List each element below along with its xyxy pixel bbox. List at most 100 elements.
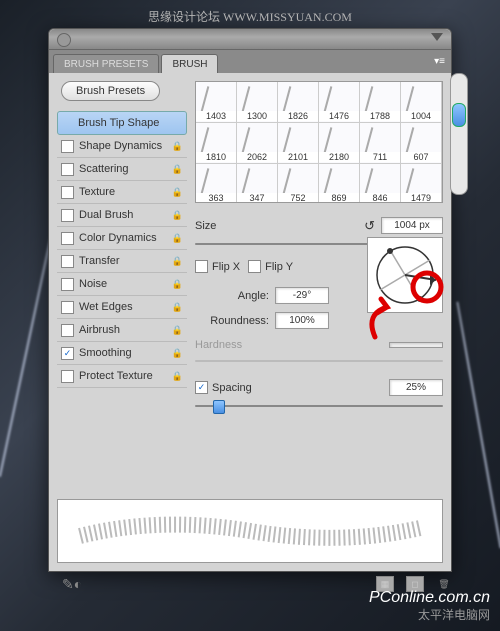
lock-icon[interactable]: 🔒: [172, 141, 183, 152]
flip-x-label: Flip X: [212, 261, 240, 273]
option-checkbox[interactable]: [61, 324, 74, 337]
brush-size-label: 711: [360, 152, 400, 162]
flip-x-checkbox[interactable]: [195, 260, 208, 273]
lock-icon[interactable]: 🔒: [172, 187, 183, 198]
option-label: Color Dynamics: [79, 232, 157, 244]
option-smoothing[interactable]: ✓ Smoothing 🔒: [57, 342, 187, 365]
option-checkbox[interactable]: [61, 140, 74, 153]
option-checkbox[interactable]: [61, 255, 74, 268]
lock-icon[interactable]: 🔒: [172, 210, 183, 221]
grid-scroll-thumb[interactable]: [452, 103, 466, 127]
brush-presets-button[interactable]: Brush Presets: [61, 81, 160, 101]
lock-icon[interactable]: 🔒: [172, 371, 183, 382]
brush-thumb[interactable]: 2101: [278, 123, 319, 164]
grid-scrollbar[interactable]: [450, 73, 468, 195]
option-label: Transfer: [79, 255, 120, 267]
brush-thumb[interactable]: 752: [278, 164, 319, 203]
option-checkbox[interactable]: [61, 163, 74, 176]
option-wet-edges[interactable]: Wet Edges 🔒: [57, 296, 187, 319]
brush-thumb[interactable]: 1004: [401, 82, 442, 123]
angle-label: Angle:: [195, 290, 269, 302]
brush-size-label: 1810: [196, 152, 236, 162]
option-label: Noise: [79, 278, 107, 290]
reset-size-icon[interactable]: ↺: [364, 218, 375, 234]
brush-panel: BRUSH PRESETS BRUSH ▾≡ Brush Presets Bru…: [48, 28, 452, 572]
option-label: Protect Texture: [79, 370, 153, 382]
brush-size-label: 2062: [237, 152, 277, 162]
brush-thumb[interactable]: 363: [196, 164, 237, 203]
lock-icon[interactable]: 🔒: [172, 325, 183, 336]
brush-thumb[interactable]: 1476: [319, 82, 360, 123]
brush-thumb[interactable]: 1479: [401, 164, 442, 203]
brush-size-label: 1788: [360, 111, 400, 121]
roundness-input[interactable]: 100%: [275, 312, 329, 329]
option-checkbox[interactable]: [62, 118, 73, 129]
option-label: Wet Edges: [79, 301, 133, 313]
option-dual-brush[interactable]: Dual Brush 🔒: [57, 204, 187, 227]
spacing-label: Spacing: [212, 382, 252, 394]
brush-thumb[interactable]: 1300: [237, 82, 278, 123]
flip-y-label: Flip Y: [265, 261, 293, 273]
hardness-slider: [195, 353, 443, 369]
brush-thumb[interactable]: 2062: [237, 123, 278, 164]
angle-dial[interactable]: [367, 237, 443, 313]
lock-icon[interactable]: 🔒: [172, 279, 183, 290]
size-input[interactable]: 1004 px: [381, 217, 443, 234]
brush-thumb[interactable]: 1788: [360, 82, 401, 123]
lock-icon[interactable]: 🔒: [172, 256, 183, 267]
option-label: Smoothing: [79, 347, 132, 359]
brush-thumb[interactable]: 711: [360, 123, 401, 164]
tab-brush-presets[interactable]: BRUSH PRESETS: [53, 54, 159, 73]
option-scattering[interactable]: Scattering🔒: [57, 158, 187, 181]
brush-thumb[interactable]: 1403: [196, 82, 237, 123]
option-brush-tip-shape[interactable]: Brush Tip Shape: [57, 111, 187, 135]
brush-size-label: 1004: [401, 111, 441, 121]
option-label: Brush Tip Shape: [78, 117, 159, 129]
tab-brush[interactable]: BRUSH: [161, 54, 218, 73]
brush-size-label: 752: [278, 193, 318, 203]
option-protect-texture[interactable]: Protect Texture 🔒: [57, 365, 187, 388]
brush-thumb[interactable]: 869: [319, 164, 360, 203]
footer-sub: 太平洋电脑网: [418, 606, 490, 623]
lock-icon[interactable]: 🔒: [172, 302, 183, 313]
brush-thumbnail-grid[interactable]: 140313001826147617881004 1810206221012180…: [195, 81, 443, 203]
angle-input[interactable]: -29°: [275, 287, 329, 304]
panel-menu-icon[interactable]: ▾≡: [434, 56, 445, 67]
option-shape-dynamics[interactable]: Shape Dynamics🔒: [57, 135, 187, 158]
options-sidebar: Brush Presets Brush Tip Shape Shape Dynam…: [49, 73, 193, 553]
option-checkbox[interactable]: ✓: [61, 347, 74, 360]
lock-icon[interactable]: 🔒: [172, 348, 183, 359]
spacing-input[interactable]: 25%: [389, 379, 443, 396]
brush-thumb[interactable]: 607: [401, 123, 442, 164]
option-label: Airbrush: [79, 324, 120, 336]
option-checkbox[interactable]: [61, 301, 74, 314]
option-checkbox[interactable]: [61, 186, 74, 199]
brush-thumb[interactable]: 347: [237, 164, 278, 203]
option-texture[interactable]: Texture🔒: [57, 181, 187, 204]
option-noise[interactable]: Noise 🔒: [57, 273, 187, 296]
brush-thumb[interactable]: 1826: [278, 82, 319, 123]
spacing-slider[interactable]: [195, 398, 443, 414]
spacing-checkbox[interactable]: ✓: [195, 381, 208, 394]
option-checkbox[interactable]: [61, 209, 74, 222]
brush-toggle-icon[interactable]: ✎◐: [62, 576, 82, 593]
window-bar[interactable]: [49, 29, 451, 50]
flip-y-checkbox[interactable]: [248, 260, 261, 273]
option-checkbox[interactable]: [61, 232, 74, 245]
brush-size-label: 2101: [278, 152, 318, 162]
window-menu-icon[interactable]: [431, 33, 443, 41]
lock-icon[interactable]: 🔒: [172, 233, 183, 244]
window-dot-icon[interactable]: [57, 33, 71, 47]
source-header: 思缘设计论坛 WWW.MISSYUAN.COM: [0, 8, 500, 25]
option-color-dynamics[interactable]: Color Dynamics 🔒: [57, 227, 187, 250]
option-transfer[interactable]: Transfer 🔒: [57, 250, 187, 273]
brush-thumb[interactable]: 2180: [319, 123, 360, 164]
brush-thumb[interactable]: 1810: [196, 123, 237, 164]
option-checkbox[interactable]: [61, 278, 74, 291]
lock-icon[interactable]: 🔒: [172, 164, 183, 175]
option-label: Dual Brush: [79, 209, 133, 221]
option-checkbox[interactable]: [61, 370, 74, 383]
settings-main: 140313001826147617881004 1810206221012180…: [193, 73, 451, 553]
brush-thumb[interactable]: 846: [360, 164, 401, 203]
option-airbrush[interactable]: Airbrush 🔒: [57, 319, 187, 342]
